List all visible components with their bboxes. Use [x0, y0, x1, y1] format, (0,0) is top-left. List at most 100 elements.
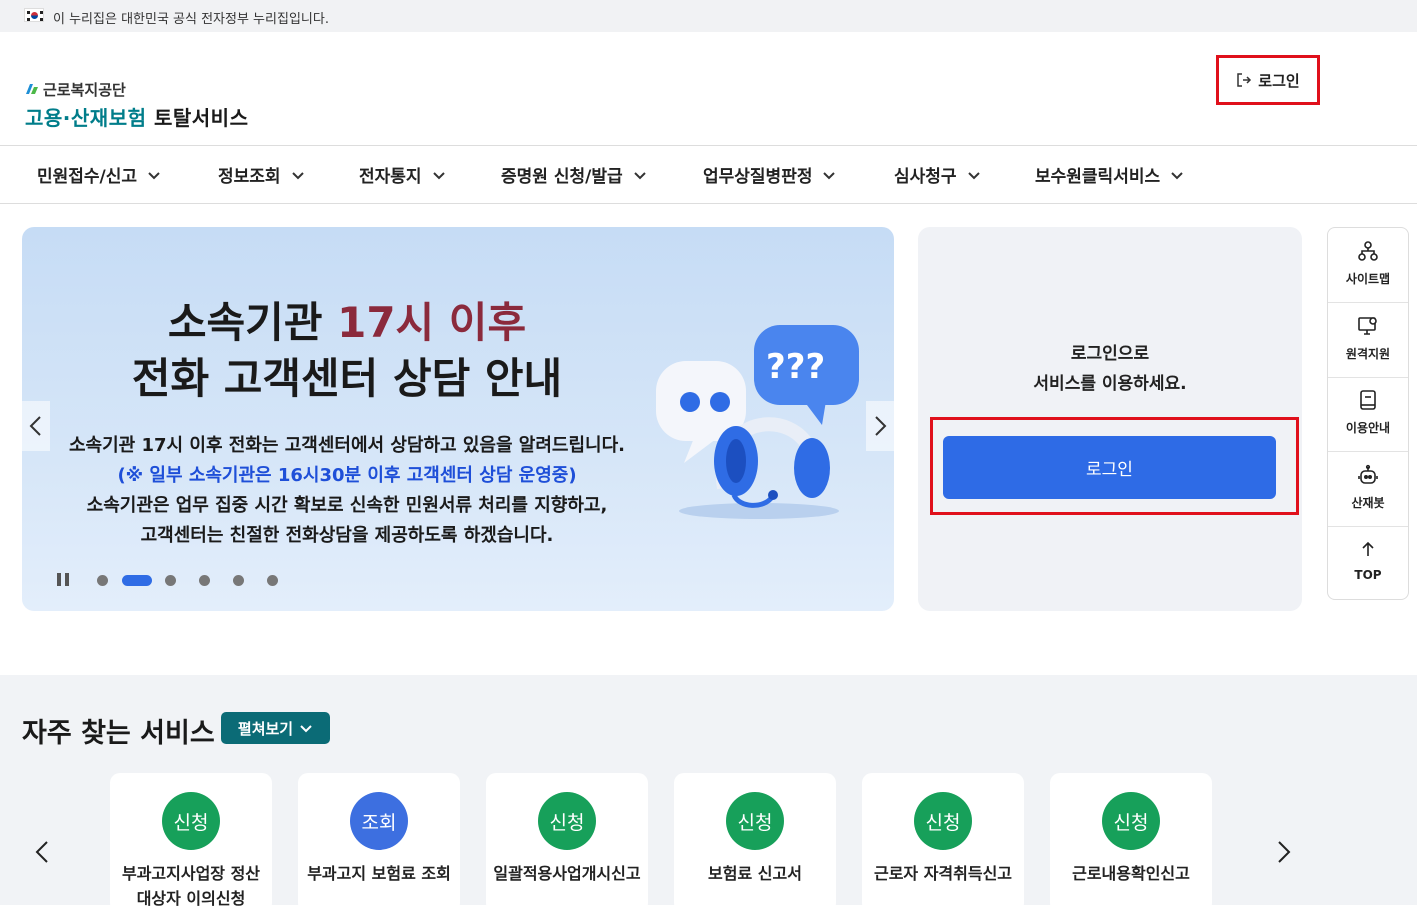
service-card-label: 보험료 신고서	[708, 864, 802, 883]
service-badge: 신청	[538, 792, 596, 850]
quick-item-label: 사이트맵	[1345, 272, 1391, 286]
login-button-highlight: 로그인	[930, 417, 1299, 515]
svg-text:???: ???	[766, 347, 825, 387]
nav-item-label: 심사청구	[894, 167, 957, 187]
comwel-logo-icon[interactable]	[25, 82, 39, 96]
service-card-label: 일괄적용사업개시신고	[493, 864, 641, 883]
nav-item-e-notice[interactable]: 전자통지	[359, 162, 446, 187]
nav-item-certificates[interactable]: 증명원 신청/발급	[501, 162, 647, 187]
arrow-up-icon	[1362, 541, 1374, 556]
banner-headline-line1: 소속기관 17시 이후	[22, 289, 672, 350]
banner-prev-button[interactable]	[22, 401, 50, 451]
service-card[interactable]: 신청 일괄적용사업개시신고	[486, 773, 648, 913]
quick-menu: 사이트맵 원격지원 이용안내 산재봇 TOP	[1327, 227, 1409, 600]
quick-item-label: 산재봇	[1351, 496, 1385, 510]
main-navigation: 민원접수/신고 정보조회 전자통지 증명원 신청/발급 업무상질병판정 심사청구…	[0, 145, 1417, 204]
chatbot-icon	[1358, 464, 1378, 484]
nav-item-label: 업무상질병판정	[703, 167, 813, 187]
banner-text-line2: (※ 일부 소속기관은 16시30분 이후 고객센터 상담 운영중)	[117, 465, 577, 486]
service-card-label: 부과고지사업장 정산대상자 이의신청	[121, 864, 261, 908]
remote-support-icon	[1358, 317, 1377, 335]
nav-item-label: 전자통지	[359, 167, 422, 187]
guide-icon	[1360, 390, 1376, 410]
site-title-part1: 고용·산재보험	[25, 106, 147, 130]
chevron-down-icon	[291, 171, 304, 179]
expand-button-label: 펼쳐보기	[237, 719, 294, 738]
chevron-down-icon	[300, 725, 312, 733]
nav-item-label: 보수원클릭서비스	[1035, 167, 1161, 187]
nav-item-occupational-disease[interactable]: 업무상질병판정	[703, 162, 836, 187]
nav-item-label: 정보조회	[218, 167, 281, 187]
chevron-down-icon	[148, 171, 160, 179]
gov-notice-text: 이 누리집은 대한민국 공식 전자정부 누리집입니다.	[53, 12, 329, 27]
quick-item-guide[interactable]: 이용안내	[1328, 377, 1408, 452]
slide-indicator-dot-active[interactable]	[122, 575, 152, 586]
sitemap-icon	[1358, 241, 1378, 261]
nav-item-info-inquiry[interactable]: 정보조회	[218, 162, 305, 187]
banner-text-line3: 소속기관은 업무 집중 시간 확보로 신속한 민원서류 처리를 지향하고,	[86, 495, 608, 516]
nav-item-wage-oneclick[interactable]: 보수원클릭서비스	[1035, 162, 1184, 187]
nav-item-civil-request[interactable]: 민원접수/신고	[37, 162, 161, 187]
service-card-label: 근로내용확인신고	[1072, 864, 1190, 883]
nav-item-appeal[interactable]: 심사청구	[894, 162, 981, 187]
quick-item-remote-support[interactable]: 원격지원	[1328, 303, 1408, 378]
login-button[interactable]: 로그인	[943, 436, 1276, 499]
login-message-line1: 로그인으로	[1070, 344, 1150, 364]
slide-indicator-dot[interactable]	[97, 575, 108, 586]
service-card-label: 근로자 자격취득신고	[873, 864, 1013, 883]
nav-item-label: 민원접수/신고	[37, 167, 138, 187]
banner-headline-highlight: 17시 이후	[337, 298, 527, 347]
service-card[interactable]: 신청 부과고지사업장 정산대상자 이의신청	[110, 773, 272, 913]
quick-item-label: 이용안내	[1345, 421, 1391, 435]
quick-item-chatbot[interactable]: 산재봇	[1328, 452, 1408, 527]
chevron-down-icon	[967, 171, 980, 179]
banner-text-line1: 소속기관 17시 이후 전화는 고객센터에서 상담하고 있음을 알려드립니다.	[69, 435, 625, 456]
login-icon	[1237, 73, 1252, 87]
korea-flag-icon	[24, 8, 44, 22]
service-badge: 신청	[162, 792, 220, 850]
gov-notice-bar: 이 누리집은 대한민국 공식 전자정부 누리집입니다.	[0, 0, 1417, 32]
service-card[interactable]: 신청 보험료 신고서	[674, 773, 836, 913]
quick-item-top[interactable]: TOP	[1328, 526, 1408, 600]
service-card[interactable]: 신청 근로내용확인신고	[1050, 773, 1212, 913]
org-name[interactable]: 근로복지공단	[43, 79, 126, 100]
login-message-line2: 서비스를 이용하세요.	[1033, 374, 1187, 394]
service-badge: 신청	[726, 792, 784, 850]
slide-indicator-dot[interactable]	[199, 575, 210, 586]
slide-indicator-dot[interactable]	[267, 575, 278, 586]
chevron-right-icon	[875, 416, 887, 436]
nav-item-label: 증명원 신청/발급	[501, 167, 623, 187]
frequent-services-section: 자주 찾는 서비스 펼쳐보기 신청 부과고지사업장 정산대상자 이의신청 조회 …	[0, 675, 1417, 913]
chevron-down-icon	[1171, 171, 1183, 179]
service-badge: 신청	[914, 792, 972, 850]
services-prev-button[interactable]	[32, 838, 52, 866]
site-header: 근로복지공단 고용·산재보험 토탈서비스 로그인	[0, 32, 1417, 145]
header-login-button[interactable]: 로그인	[1216, 55, 1320, 105]
site-title-part2: 토탈서비스	[153, 106, 249, 130]
section-title: 자주 찾는 서비스	[22, 718, 215, 749]
quick-item-sitemap[interactable]: 사이트맵	[1328, 228, 1408, 303]
banner-next-button[interactable]	[866, 401, 894, 451]
headset-illustration-icon: ???	[656, 325, 859, 519]
login-panel: 로그인으로 서비스를 이용하세요. 로그인	[918, 227, 1302, 611]
chevron-down-icon	[823, 171, 836, 179]
banner-headline-part: 소속기관	[167, 298, 323, 347]
service-badge: 신청	[1102, 792, 1160, 850]
site-title[interactable]: 고용·산재보험 토탈서비스	[25, 102, 248, 131]
slide-indicator-dot[interactable]	[165, 575, 176, 586]
service-card[interactable]: 신청 근로자 자격취득신고	[862, 773, 1024, 913]
quick-item-label: TOP	[1354, 568, 1382, 582]
service-badge: 조회	[350, 792, 408, 850]
service-card-label: 부과고지 보험료 조회	[307, 864, 451, 883]
expand-button[interactable]: 펼쳐보기	[221, 712, 330, 744]
service-card[interactable]: 조회 부과고지 보험료 조회	[298, 773, 460, 913]
slide-indicator-dot[interactable]	[233, 575, 244, 586]
services-next-button[interactable]	[1274, 838, 1294, 866]
pause-icon[interactable]	[57, 573, 71, 586]
chevron-left-icon	[29, 416, 41, 436]
quick-item-label: 원격지원	[1345, 347, 1391, 361]
chevron-down-icon	[432, 171, 445, 179]
main-banner-carousel[interactable]: 소속기관 17시 이후 전화 고객센터 상담 안내 소속기관 17시 이후 전화…	[22, 227, 894, 611]
banner-text-line4: 고객센터는 친절한 전화상담을 제공하도록 하겠습니다.	[140, 525, 554, 546]
banner-headline-line2: 전화 고객센터 상담 안내	[131, 354, 563, 403]
